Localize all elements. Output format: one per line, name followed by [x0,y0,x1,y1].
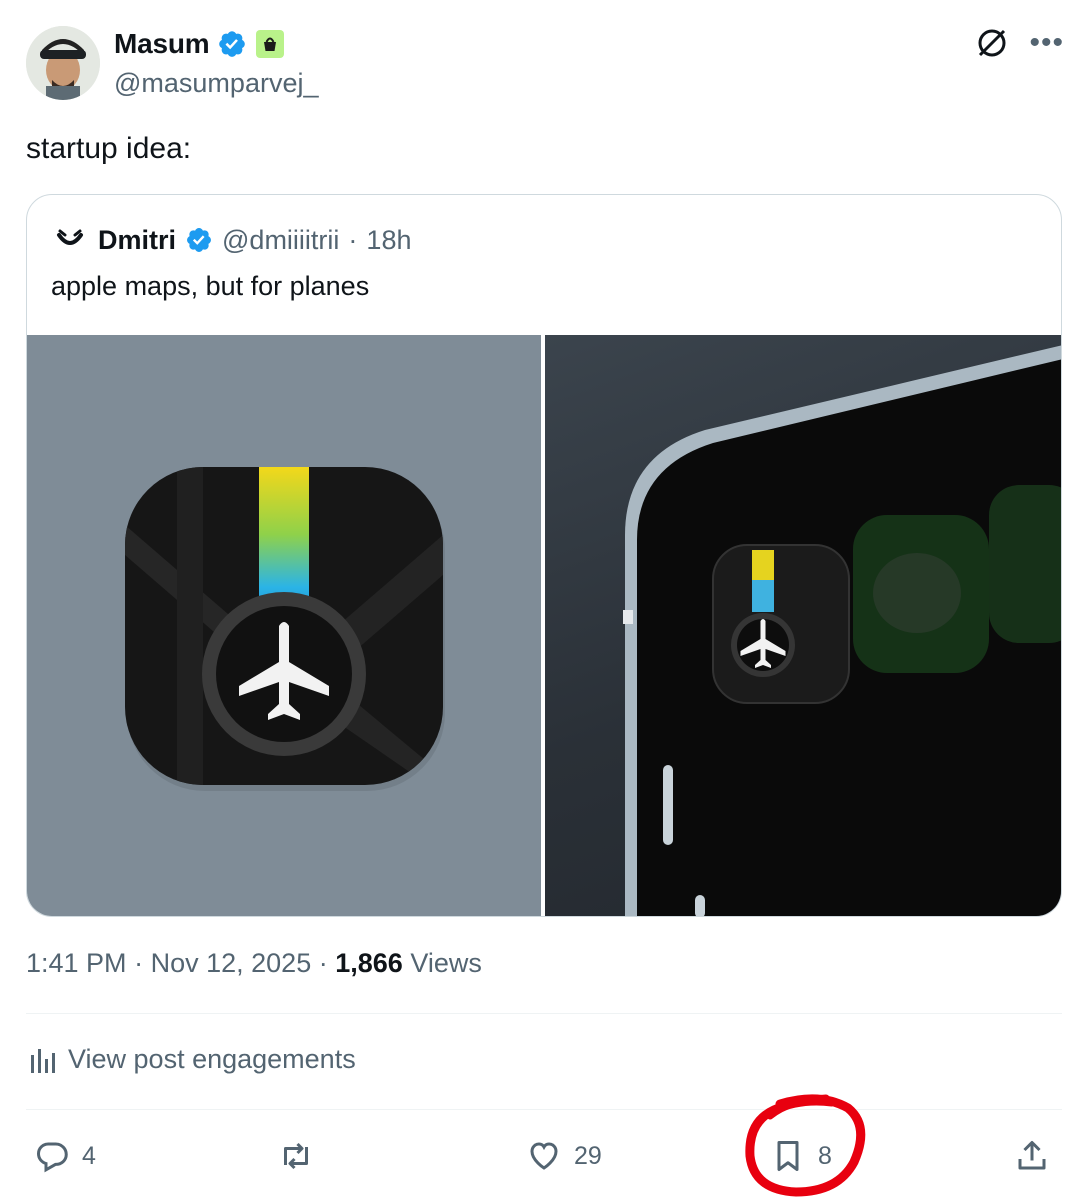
author-name[interactable]: Masum [114,28,210,60]
view-engagements-link[interactable]: View post engagements [28,1044,356,1075]
reply-icon [36,1142,68,1173]
red-annotation-circle [745,1094,866,1197]
quoted-avatar[interactable] [51,221,89,259]
repost-button[interactable] [278,1128,314,1184]
quoted-author-name: Dmitri [98,224,177,255]
share-icon [1018,1141,1046,1170]
more-icon[interactable]: ••• [1029,28,1064,58]
bar-chart-icon [31,1048,55,1073]
quoted-time: 18h [366,224,412,255]
divider [26,1109,1062,1110]
quoted-handle: @dmiiiitrii [222,224,340,255]
shopping-bag-badge-icon [256,30,285,58]
verified-badge-icon [187,228,211,252]
phone-home-screen-image[interactable] [545,335,1061,916]
reply-button[interactable]: 4 [34,1128,96,1184]
quoted-text: apple maps, but for planes [51,271,370,301]
grok-icon[interactable] [975,26,1009,60]
post-date: Nov 12, 2025 [150,948,312,978]
post-time: 1:41 PM [26,948,127,978]
like-button[interactable]: 29 [526,1128,602,1184]
quoted-separator: · [348,224,358,255]
like-count: 29 [574,1141,602,1170]
engagements-label: View post engagements [68,1044,356,1074]
share-button[interactable] [1014,1128,1050,1184]
views-label: Views [410,948,482,978]
flighty-app-icon-image[interactable] [27,335,541,916]
reply-count: 4 [82,1141,96,1170]
views-count: 1,866 [335,948,403,978]
tweet-text: startup idea: [26,132,192,165]
action-bar: 4 29 8 [26,1128,1062,1184]
heart-icon [530,1142,558,1170]
post-timestamp[interactable]: 1:41 PM · Nov 12, 2025 · 1,866 Views [26,948,482,979]
divider [26,1013,1062,1014]
author-handle[interactable]: @masumparvej_ [114,68,318,99]
repost-icon [284,1142,308,1170]
meta-separator: · [134,948,144,978]
verified-badge-icon [219,31,246,57]
avatar[interactable] [26,26,100,100]
meta-separator: · [318,948,328,978]
quoted-tweet-card[interactable]: Dmitri @dmiiiitrii · 18h apple maps, but… [26,194,1062,917]
